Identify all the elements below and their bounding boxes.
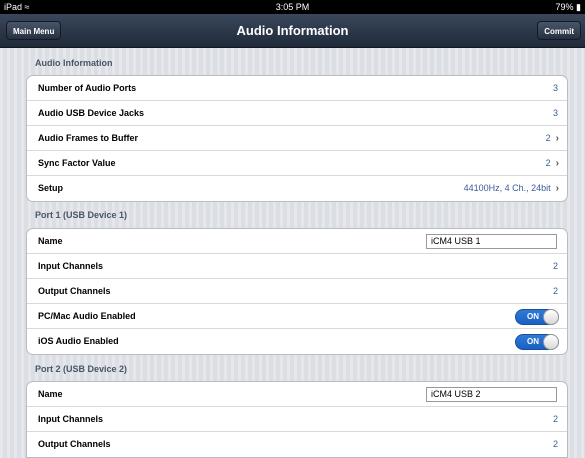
row-audio-usb-device-jacks: Audio USB Device Jacks 3	[27, 101, 567, 126]
row-port-2-input-channels: Input Channels 2	[27, 407, 567, 432]
section-header-audio-information: Audio Information	[35, 58, 113, 68]
ios-audio-toggle[interactable]: ON	[515, 334, 559, 350]
row-port-1-output-channels: Output Channels 2	[27, 279, 567, 304]
status-bar: iPad ≈ 3:05 PM 79% ▮	[0, 0, 585, 14]
toggle-state: ON	[527, 312, 539, 321]
row-value: 3	[552, 108, 558, 118]
row-value: 44100Hz, 4 Ch., 24bit	[463, 183, 551, 193]
chevron-right-icon: ›	[555, 133, 559, 144]
commit-button[interactable]: Commit	[537, 21, 581, 40]
port-2-group: Name iCM4 USB 2 Input Channels 2 Output …	[26, 381, 568, 458]
row-value: 2	[552, 286, 558, 296]
battery-percent: 79%	[555, 2, 574, 12]
row-label: Input Channels	[38, 261, 103, 271]
battery-icon: ▮	[576, 2, 581, 12]
audio-information-group: Number of Audio Ports 3 Audio USB Device…	[26, 75, 568, 202]
row-value: 2	[545, 158, 551, 168]
row-label: Sync Factor Value	[38, 158, 116, 168]
row-sync-factor-value[interactable]: Sync Factor Value 2 ›	[27, 151, 567, 176]
row-value: 2	[545, 133, 551, 143]
row-port-1-pcmac-audio: PC/Mac Audio Enabled ON	[27, 304, 567, 329]
row-port-1-ios-audio: iOS Audio Enabled ON	[27, 329, 567, 354]
row-label: iOS Audio Enabled	[38, 336, 119, 346]
row-port-2-name: Name iCM4 USB 2	[27, 382, 567, 407]
row-port-1-name: Name iCM4 USB 1	[27, 229, 567, 254]
row-setup[interactable]: Setup 44100Hz, 4 Ch., 24bit ›	[27, 176, 567, 201]
row-label: Name	[38, 236, 63, 246]
row-value: 2	[552, 414, 558, 424]
row-label: Audio USB Device Jacks	[38, 108, 145, 118]
port-1-group: Name iCM4 USB 1 Input Channels 2 Output …	[26, 228, 568, 355]
row-value: 3	[552, 83, 558, 93]
status-time: 3:05 PM	[275, 2, 310, 12]
section-header-port-1: Port 1 (USB Device 1)	[35, 210, 128, 220]
port-1-name-input[interactable]: iCM4 USB 1	[426, 234, 557, 249]
toggle-knob	[543, 334, 559, 350]
row-audio-frames-to-buffer[interactable]: Audio Frames to Buffer 2 ›	[27, 126, 567, 151]
row-label: Setup	[38, 183, 64, 193]
port-2-name-input[interactable]: iCM4 USB 2	[426, 387, 557, 402]
row-label: Output Channels	[38, 286, 111, 296]
row-value: 2	[552, 261, 558, 271]
section-header-port-2: Port 2 (USB Device 2)	[35, 364, 128, 374]
navigation-bar: Main Menu Audio Information Commit	[0, 14, 585, 48]
row-label: Number of Audio Ports	[38, 83, 137, 93]
row-label: Name	[38, 389, 63, 399]
toggle-knob	[543, 309, 559, 325]
chevron-right-icon: ›	[555, 183, 559, 194]
row-label: Input Channels	[38, 414, 103, 424]
page-title: Audio Information	[236, 23, 349, 38]
chevron-right-icon: ›	[555, 158, 559, 169]
row-label: Audio Frames to Buffer	[38, 133, 139, 143]
row-number-of-audio-ports: Number of Audio Ports 3	[27, 76, 567, 101]
pcmac-audio-toggle[interactable]: ON	[515, 309, 559, 325]
toggle-state: ON	[527, 337, 539, 346]
row-port-1-input-channels: Input Channels 2	[27, 254, 567, 279]
row-label: PC/Mac Audio Enabled	[38, 311, 136, 321]
